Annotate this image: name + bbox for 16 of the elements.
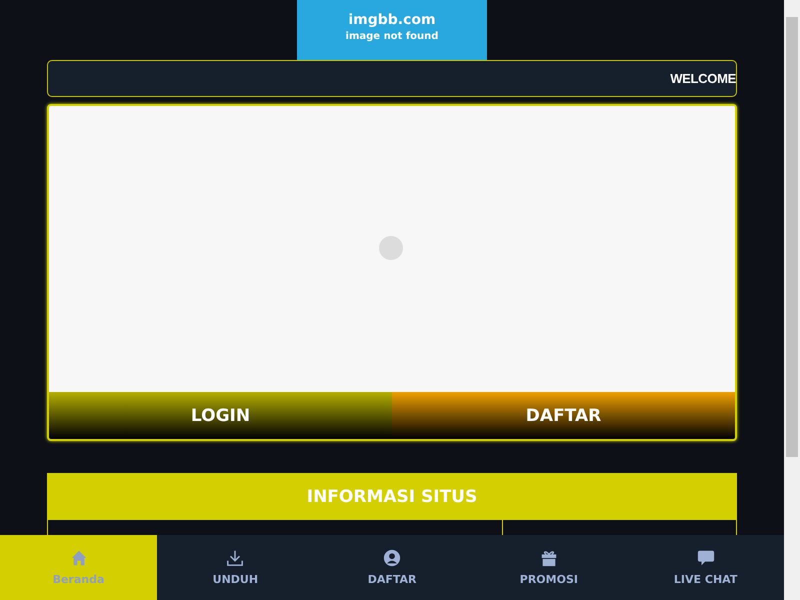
user-icon xyxy=(383,549,402,567)
home-icon xyxy=(70,549,88,567)
download-icon xyxy=(226,549,244,567)
login-button[interactable]: LOGIN xyxy=(49,392,392,439)
info-header: INFORMASI SITUS xyxy=(47,473,737,520)
scrollbar[interactable] xyxy=(784,0,800,600)
gift-icon xyxy=(540,549,558,567)
nav-tab[interactable]: PROMOSI xyxy=(470,535,628,600)
nav-tab[interactable]: UNDUH xyxy=(157,535,314,600)
logo-title: imgbb.com xyxy=(348,12,436,28)
nav-tab[interactable]: DAFTAR xyxy=(314,535,470,600)
register-button[interactable]: DAFTAR xyxy=(392,392,735,439)
logo-subtitle: image not found xyxy=(346,31,438,42)
chat-icon xyxy=(696,549,715,567)
marquee-text: WELCOME xyxy=(670,71,736,86)
nav-tab[interactable]: LIVE CHAT xyxy=(627,535,784,600)
